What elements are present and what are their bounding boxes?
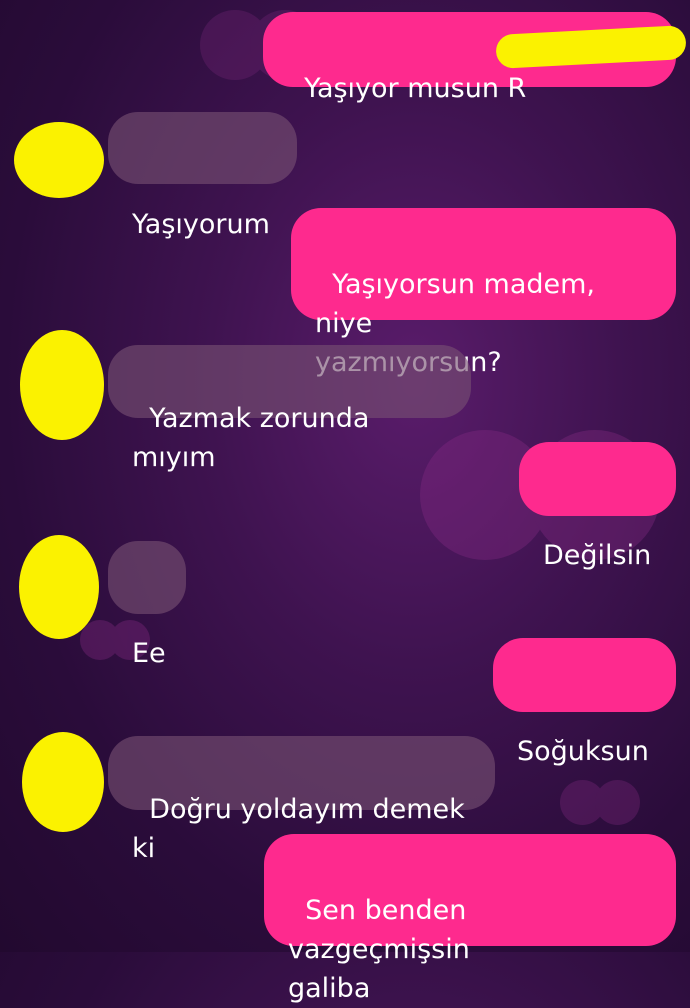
incoming-message-bubble[interactable]: Doğru yoldayım demek ki — [108, 736, 495, 864]
contact-avatar-redacted — [22, 732, 104, 832]
message-text: Yaşıyor musun R — [304, 73, 527, 104]
message-text: Değilsin — [543, 540, 652, 571]
message-text: Sen benden vazgeçmişsin galiba — [288, 895, 470, 1004]
outgoing-message-bubble[interactable]: Sen benden vazgeçmişsin galiba — [264, 834, 676, 1004]
incoming-message-bubble[interactable]: Yazmak zorunda mıyım — [108, 345, 471, 473]
message-text: Soğuksun — [517, 736, 649, 767]
contact-avatar-redacted — [20, 330, 104, 440]
outgoing-message-bubble[interactable]: Değilsin — [519, 442, 676, 571]
incoming-message-bubble[interactable]: Ee — [108, 541, 186, 669]
message-text: Ee — [132, 638, 166, 669]
message-text: Yazmak zorunda mıyım — [132, 403, 379, 473]
contact-avatar-redacted — [14, 122, 104, 198]
outgoing-message-bubble[interactable]: Soğuksun — [493, 638, 676, 767]
incoming-message-bubble[interactable]: Yaşıyorum — [108, 112, 297, 240]
message-text: Yaşıyorum — [132, 209, 270, 240]
outgoing-message-bubble[interactable]: Yaşıyorsun madem, niye yazmıyorsun? — [291, 208, 676, 378]
contact-avatar-redacted — [19, 535, 99, 639]
